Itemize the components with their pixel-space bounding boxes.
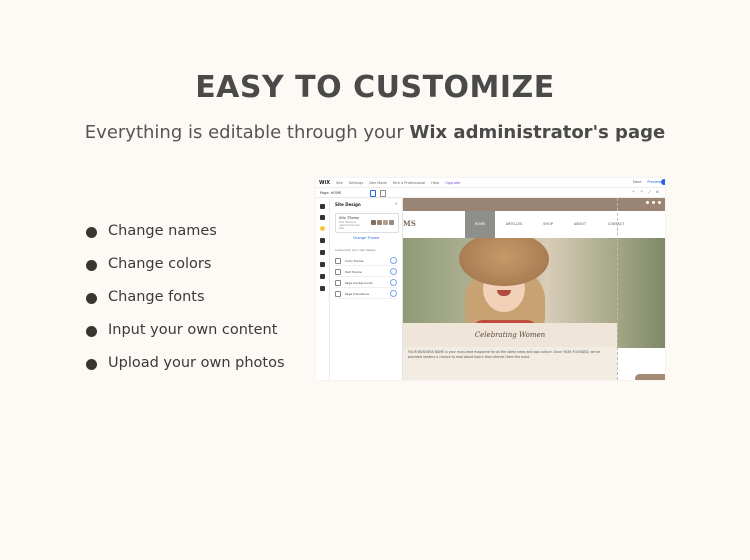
feature-item: Change fonts — [86, 280, 285, 313]
pages-icon[interactable] — [320, 215, 325, 220]
feature-item: Change colors — [86, 247, 285, 280]
feature-item: Change names — [86, 214, 285, 247]
publish-button[interactable] — [661, 179, 665, 185]
feature-label: Upload your own photos — [108, 354, 285, 371]
nav-about[interactable]: ABOUT — [565, 211, 595, 238]
menu-upgrade[interactable]: Upgrade — [445, 181, 460, 185]
site-theme-card[interactable]: Site Theme This theme is used across you… — [335, 213, 399, 233]
transition-icon — [335, 290, 341, 297]
nav-shop[interactable]: SHOP — [533, 211, 563, 238]
image-icon — [335, 279, 341, 286]
panel-row-page-transitions[interactable]: Page transitions — [335, 289, 397, 299]
panel-row-label: Page backgrounds — [345, 280, 373, 285]
site-brand: MS — [403, 219, 416, 228]
feature-list: Change names Change colors Change fonts … — [86, 214, 285, 379]
intro-text: YOUR BUSINESS NAME is your must-read mag… — [408, 350, 600, 359]
text-icon — [335, 268, 341, 275]
color-swatch — [377, 220, 382, 225]
apps-icon[interactable] — [320, 238, 325, 243]
social-icon[interactable] — [652, 201, 655, 204]
save-button[interactable]: Save — [633, 180, 642, 184]
page-subtitle: Everything is editable through your Wix … — [0, 122, 750, 143]
panel-row-label: Text theme — [345, 269, 362, 274]
undo-icon[interactable]: ↶ — [632, 190, 635, 194]
color-swatch — [371, 220, 376, 225]
bullet-icon — [86, 359, 97, 370]
palette-icon — [335, 257, 341, 264]
wix-logo: WiX — [319, 179, 331, 186]
bookings-icon[interactable] — [320, 286, 325, 291]
bullet-icon — [86, 260, 97, 271]
menu-site[interactable]: Site — [336, 181, 343, 185]
editor-topbar: WiX Site Settings Dev Mode Hire a Profes… — [316, 178, 665, 188]
panel-row-label: Page transitions — [345, 291, 370, 296]
feature-item: Upload your own photos — [86, 346, 285, 379]
add-icon[interactable] — [320, 204, 325, 209]
panel-row-page-backgrounds[interactable]: Page backgrounds — [335, 278, 397, 288]
subtitle-emphasis: Wix administrator's page — [409, 122, 666, 143]
menu-dev-mode[interactable]: Dev Mode — [369, 181, 387, 185]
change-theme-link[interactable]: Change Theme — [330, 236, 402, 240]
arrow-icon — [390, 268, 397, 275]
feature-item: Input your own content — [86, 313, 285, 346]
theme-name: Site Theme — [339, 216, 360, 220]
mobile-view-icon[interactable] — [380, 190, 386, 197]
bullet-icon — [86, 293, 97, 304]
editor-left-rail — [316, 198, 330, 380]
intro-section[interactable]: YOUR BUSINESS NAME is your must-read mag… — [403, 347, 617, 380]
nav-contact[interactable]: CONTACT — [599, 211, 633, 238]
panel-row-text-theme[interactable]: Text theme — [335, 267, 397, 277]
menu-hire-pro[interactable]: Hire a Professional — [393, 181, 426, 185]
feature-label: Change names — [108, 222, 217, 239]
close-icon[interactable]: ✕ — [395, 201, 398, 206]
social-icon[interactable] — [646, 201, 649, 204]
preview-button[interactable]: Preview — [647, 180, 661, 184]
site-canvas: MS HOME ARTICLES SHOP ABOUT CONTACT Cele… — [403, 198, 665, 380]
panel-row-label: Color theme — [345, 258, 364, 263]
site-nav: MS HOME ARTICLES SHOP ABOUT CONTACT — [403, 211, 665, 239]
feature-label: Change fonts — [108, 288, 205, 305]
hero-heading[interactable]: Celebrating Women — [403, 323, 617, 347]
tools-icon[interactable]: ⚙ — [656, 190, 659, 194]
color-swatch — [383, 220, 388, 225]
bullet-icon — [86, 326, 97, 337]
arrow-icon — [390, 257, 397, 264]
editor-screenshot: WiX Site Settings Dev Mode Hire a Profes… — [316, 178, 665, 380]
menu-help[interactable]: Help — [431, 181, 439, 185]
color-swatch — [389, 220, 394, 225]
page-title: EASY TO CUSTOMIZE — [195, 70, 555, 105]
social-icon[interactable] — [658, 201, 661, 204]
panel-title: Site Design — [335, 202, 361, 207]
arrow-icon — [390, 290, 397, 297]
customize-label: Customize your site design — [335, 248, 376, 252]
editor-subbar: Page: HOME ↶ ↷ ⤢ ⚙ — [316, 188, 665, 198]
site-design-icon[interactable] — [320, 226, 325, 231]
feature-label: Change colors — [108, 255, 212, 272]
menu-settings[interactable]: Settings — [349, 181, 363, 185]
bullet-icon — [86, 227, 97, 238]
panel-row-color-theme[interactable]: Color theme — [335, 256, 397, 266]
arrow-icon — [390, 279, 397, 286]
layout-guide — [617, 198, 618, 380]
zoom-icon[interactable]: ⤢ — [648, 190, 651, 194]
nav-articles[interactable]: ARTICLES — [499, 211, 529, 238]
site-design-panel: Site Design ✕ Site Theme This theme is u… — [330, 199, 403, 380]
desktop-view-icon[interactable] — [370, 190, 376, 197]
nav-home[interactable]: HOME — [465, 211, 495, 238]
theme-description: This theme is used across your site — [339, 221, 361, 230]
read-more-button[interactable] — [635, 374, 665, 380]
site-topbar — [403, 198, 665, 211]
feature-label: Input your own content — [108, 321, 278, 338]
page-selector[interactable]: Page: HOME — [320, 191, 341, 195]
blog-icon[interactable] — [320, 262, 325, 267]
media-icon[interactable] — [320, 250, 325, 255]
subtitle-text: Everything is editable through your — [84, 122, 410, 143]
store-icon[interactable] — [320, 274, 325, 279]
redo-icon[interactable]: ↷ — [640, 190, 643, 194]
